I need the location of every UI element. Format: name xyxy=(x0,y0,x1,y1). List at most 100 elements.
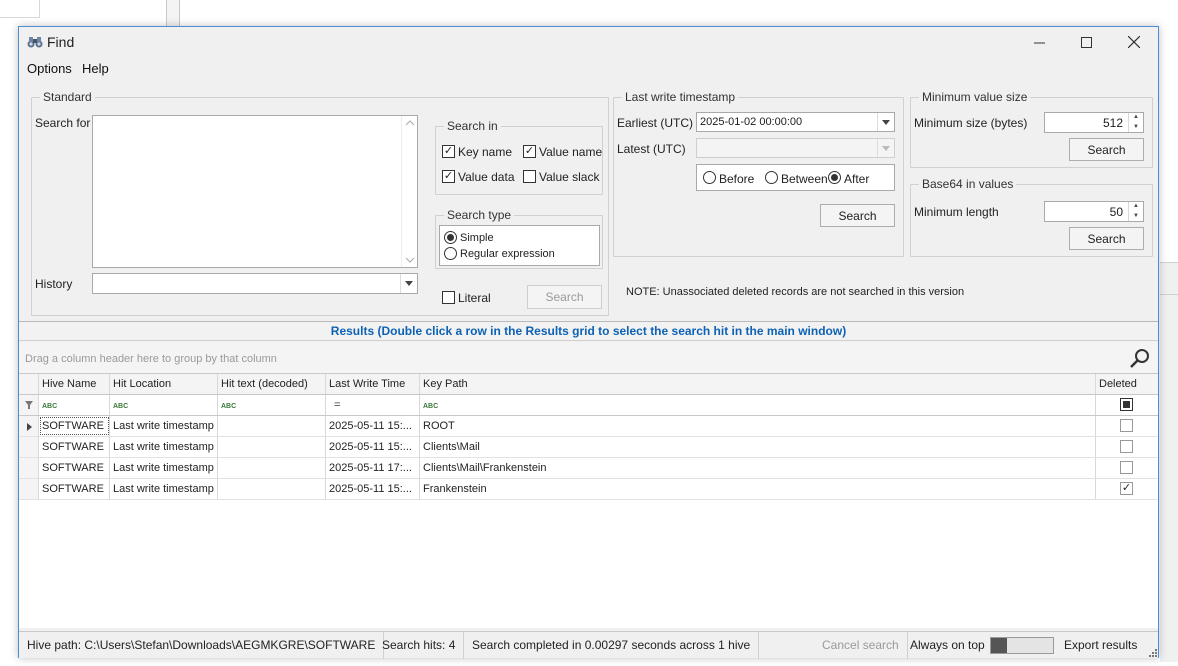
cancel-search-button[interactable]: Cancel search xyxy=(814,632,908,659)
deleted-checkbox[interactable] xyxy=(1120,461,1133,474)
row-indicator xyxy=(19,416,39,436)
filter-hive-name[interactable]: ABC xyxy=(39,395,110,415)
always-on-top-label: Always on top xyxy=(910,638,985,652)
menu-options[interactable]: Options xyxy=(27,61,72,76)
scroll-up-icon xyxy=(406,120,414,126)
value-slack-label: Value slack xyxy=(539,170,600,184)
latest-label: Latest (UTC) xyxy=(617,142,686,156)
filter-contains-icon: ABC xyxy=(42,403,58,410)
search-icon[interactable] xyxy=(1130,348,1150,368)
cell-hit-location[interactable]: Last write timestamp xyxy=(110,437,218,457)
value-data-checkbox[interactable]: ✓ xyxy=(442,170,455,183)
cell-last-write-time[interactable]: 2025-05-11 15:... xyxy=(326,416,420,436)
export-results-button[interactable]: Export results xyxy=(1056,632,1145,659)
cell-key-path[interactable]: Frankenstein xyxy=(420,479,1096,499)
cell-hit-location[interactable]: Last write timestamp xyxy=(110,479,218,499)
filter-hit-location[interactable]: ABC xyxy=(110,395,218,415)
column-header-hit-location[interactable]: Hit Location xyxy=(110,374,218,394)
history-label: History xyxy=(35,277,73,291)
cell-hive-name[interactable]: SOFTWARE xyxy=(39,416,110,436)
key-name-checkbox[interactable]: ✓ xyxy=(442,145,455,158)
cell-hive-name[interactable]: SOFTWARE xyxy=(39,458,110,478)
cell-key-path[interactable]: Clients\Mail\Frankenstein xyxy=(420,458,1096,478)
close-button[interactable] xyxy=(1111,29,1157,55)
between-radio[interactable] xyxy=(765,171,778,184)
cell-last-write-time[interactable]: 2025-05-11 15:... xyxy=(326,437,420,457)
deleted-checkbox[interactable]: ✓ xyxy=(1120,482,1133,495)
spin-up-icon[interactable]: ▲ xyxy=(1129,113,1143,123)
always-on-top-toggle[interactable] xyxy=(990,637,1054,654)
cell-last-write-time[interactable]: 2025-05-11 17:... xyxy=(326,458,420,478)
group-panel[interactable]: Drag a column header here to group by th… xyxy=(19,342,1158,374)
column-header-last-write-time[interactable]: Last Write Time xyxy=(326,374,420,394)
cell-key-path[interactable]: ROOT xyxy=(420,416,1096,436)
spin-down-icon[interactable]: ▼ xyxy=(1129,123,1143,133)
earliest-dropdown-button[interactable] xyxy=(877,113,894,131)
filter-last-write-time[interactable]: = xyxy=(326,395,420,415)
cell-hit-text[interactable] xyxy=(218,416,326,436)
table-row[interactable]: SOFTWARE Last write timestamp 2025-05-11… xyxy=(19,437,1158,458)
latest-datetime[interactable] xyxy=(696,138,895,158)
table-row[interactable]: SOFTWARE Last write timestamp 2025-05-11… xyxy=(19,416,1158,437)
history-dropdown-button[interactable] xyxy=(400,274,417,293)
base64-search-button[interactable]: Search xyxy=(1069,227,1144,250)
cell-deleted[interactable] xyxy=(1096,458,1158,478)
min-size-spin-buttons[interactable]: ▲ ▼ xyxy=(1128,113,1143,132)
filter-key-path[interactable]: ABC xyxy=(420,395,1096,415)
search-type-legend: Search type xyxy=(447,208,512,222)
chevron-down-icon xyxy=(882,119,890,125)
between-label: Between xyxy=(781,172,828,186)
cell-deleted[interactable] xyxy=(1096,437,1158,457)
search-button[interactable]: Search xyxy=(527,285,602,309)
cell-key-path[interactable]: Clients\Mail xyxy=(420,437,1096,457)
value-name-checkbox[interactable]: ✓ xyxy=(523,145,536,158)
deleted-checkbox[interactable] xyxy=(1120,440,1133,453)
grid-header-row: Hive Name Hit Location Hit text (decoded… xyxy=(19,374,1158,395)
min-size-search-button[interactable]: Search xyxy=(1069,138,1144,161)
before-radio[interactable] xyxy=(703,171,716,184)
cell-hit-location[interactable]: Last write timestamp xyxy=(110,416,218,436)
min-length-spinner[interactable]: 50 ▲ ▼ xyxy=(1044,201,1144,222)
literal-checkbox[interactable] xyxy=(442,291,455,304)
cell-hit-location[interactable]: Last write timestamp xyxy=(110,458,218,478)
timestamp-search-button[interactable]: Search xyxy=(820,204,895,227)
regex-radio[interactable] xyxy=(444,247,457,260)
table-row[interactable]: SOFTWARE Last write timestamp 2025-05-11… xyxy=(19,479,1158,500)
column-header-deleted[interactable]: Deleted xyxy=(1096,374,1158,394)
deleted-checkbox[interactable] xyxy=(1120,419,1133,432)
filter-deleted-checkbox[interactable] xyxy=(1120,398,1133,411)
menu-help[interactable]: Help xyxy=(82,61,109,76)
textarea-scrollbar[interactable] xyxy=(401,116,417,267)
history-dropdown[interactable] xyxy=(92,273,418,294)
cell-last-write-time[interactable]: 2025-05-11 15:... xyxy=(326,479,420,499)
cell-hit-text[interactable] xyxy=(218,437,326,457)
spin-down-icon[interactable]: ▼ xyxy=(1129,212,1143,222)
column-header-hit-text[interactable]: Hit text (decoded) xyxy=(218,374,326,394)
min-length-value: 50 xyxy=(1109,205,1123,219)
search-for-textarea[interactable] xyxy=(92,115,418,268)
simple-radio[interactable] xyxy=(444,231,457,244)
cell-hive-name[interactable]: SOFTWARE xyxy=(39,437,110,457)
filter-hit-text[interactable]: ABC xyxy=(218,395,326,415)
latest-dropdown-button[interactable] xyxy=(877,139,894,157)
earliest-datetime[interactable]: 2025-01-02 00:00:00 xyxy=(696,112,895,132)
resize-grip-icon[interactable] xyxy=(1149,649,1157,657)
min-length-spin-buttons[interactable]: ▲ ▼ xyxy=(1128,202,1143,221)
column-header-hive-name[interactable]: Hive Name xyxy=(39,374,110,394)
spin-up-icon[interactable]: ▲ xyxy=(1129,202,1143,212)
cell-deleted[interactable] xyxy=(1096,416,1158,436)
table-row[interactable]: SOFTWARE Last write timestamp 2025-05-11… xyxy=(19,458,1158,479)
column-header-key-path[interactable]: Key Path xyxy=(420,374,1096,394)
cell-deleted[interactable]: ✓ xyxy=(1096,479,1158,499)
cell-hive-name[interactable]: SOFTWARE xyxy=(39,479,110,499)
value-slack-checkbox[interactable] xyxy=(523,170,536,183)
cell-hit-text[interactable] xyxy=(218,458,326,478)
min-size-spinner[interactable]: 512 ▲ ▼ xyxy=(1044,112,1144,133)
filter-deleted[interactable] xyxy=(1096,395,1158,415)
after-radio[interactable] xyxy=(828,171,841,184)
cell-hit-text[interactable] xyxy=(218,479,326,499)
maximize-button[interactable] xyxy=(1063,29,1109,55)
key-name-label: Key name xyxy=(458,145,513,159)
binoculars-icon xyxy=(27,37,43,48)
minimize-button[interactable] xyxy=(1016,29,1062,55)
